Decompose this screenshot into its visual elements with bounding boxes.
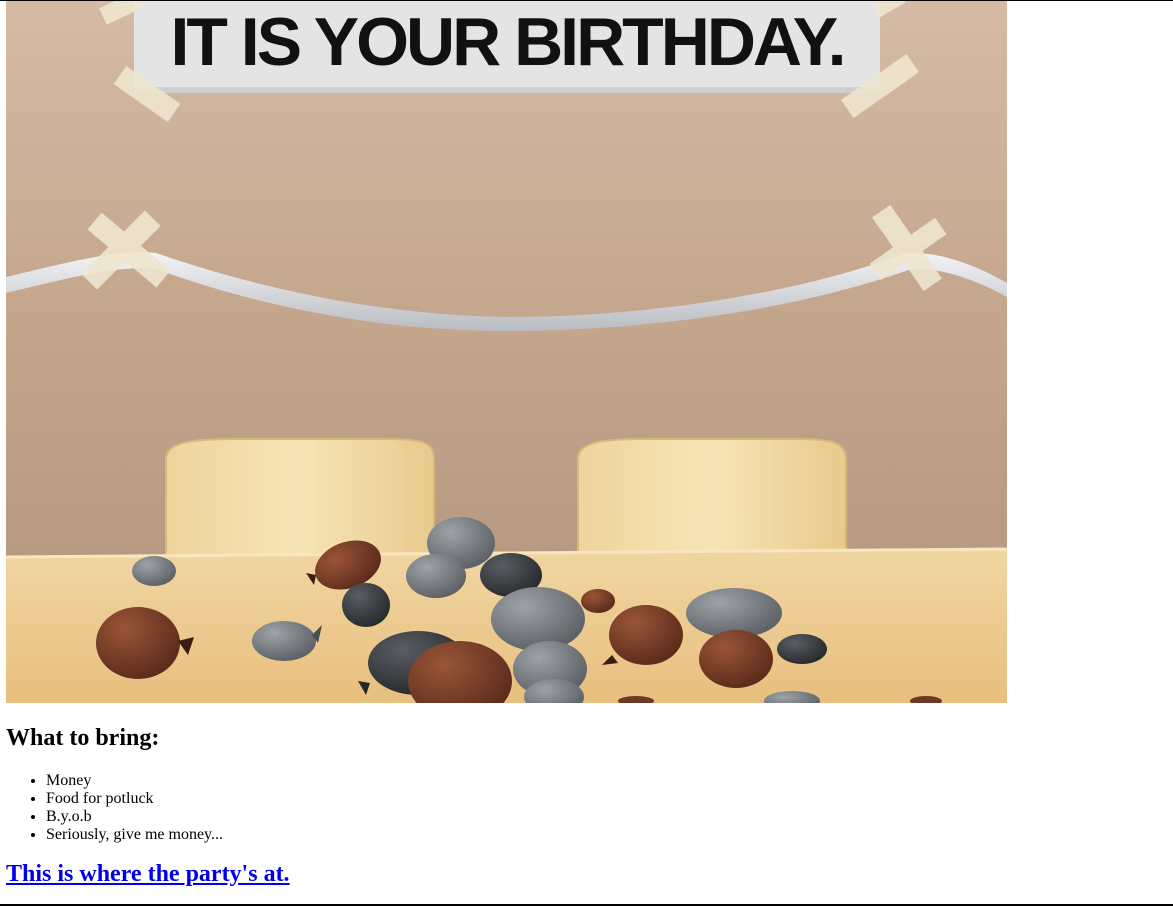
list-item: B.y.o.b: [46, 808, 1166, 826]
birthday-banner: IT IS YOUR BIRTHDAY.: [134, 1, 880, 93]
list-item: Money: [46, 772, 1166, 790]
what-to-bring-heading: What to bring:: [6, 725, 160, 751]
birthday-image: IT IS YOUR BIRTHDAY.: [6, 1, 1007, 703]
party-link-heading: This is where the party's at.: [6, 860, 1166, 888]
party-location-link[interactable]: This is where the party's at.: [6, 861, 290, 887]
banner-text: IT IS YOUR BIRTHDAY.: [170, 4, 843, 80]
bring-list: Money Food for potluck B.y.o.b Seriously…: [6, 772, 1166, 844]
page-frame: IT IS YOUR BIRTHDAY. What to bring: • Mo…: [0, 0, 1173, 906]
page-content: IT IS YOUR BIRTHDAY. What to bring: • Mo…: [6, 1, 1166, 888]
list-item: Seriously, give me money...: [46, 826, 1166, 844]
list-item: Food for potluck: [46, 790, 1166, 808]
